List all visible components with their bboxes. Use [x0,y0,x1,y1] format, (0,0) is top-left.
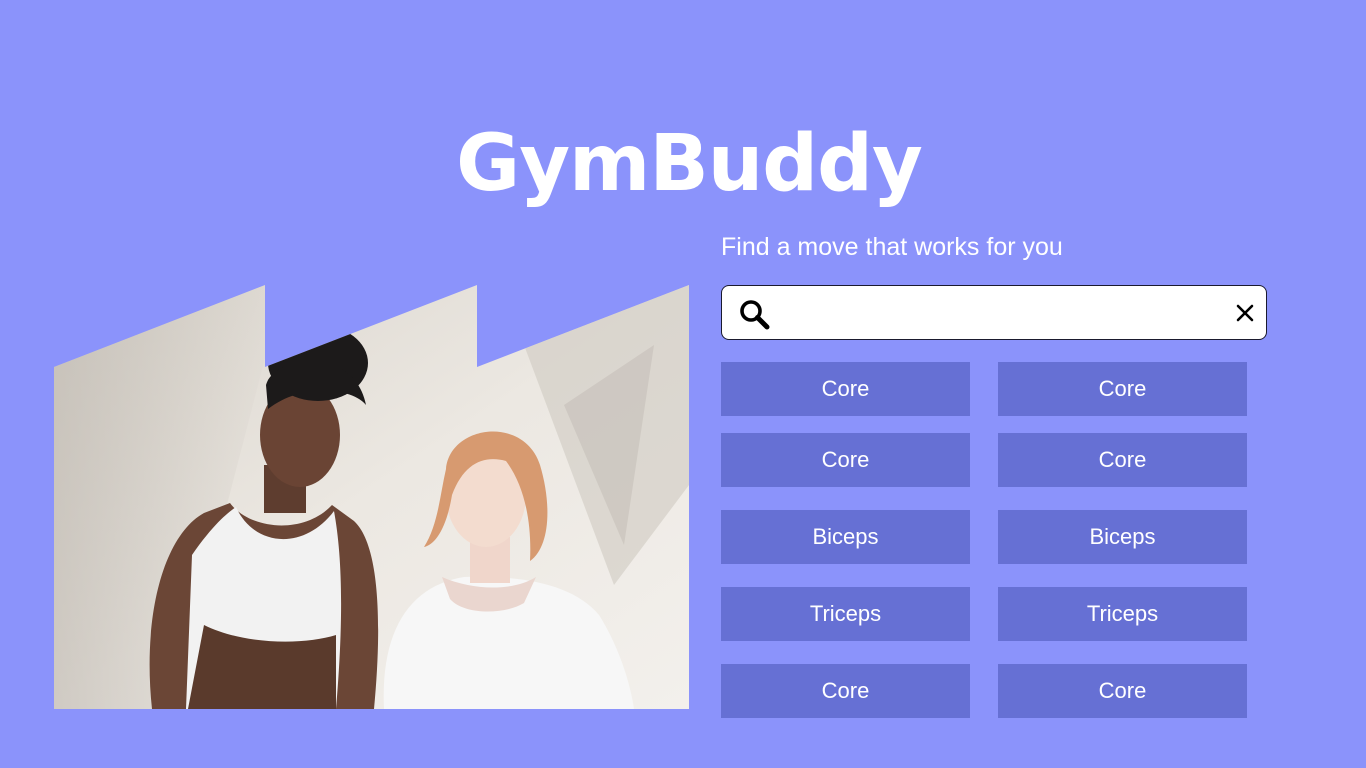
app-title: GymBuddy [456,119,923,209]
category-button-triceps[interactable]: Triceps [998,587,1247,641]
close-icon[interactable] [1234,302,1256,324]
category-button-core[interactable]: Core [998,433,1247,487]
category-button-triceps[interactable]: Triceps [721,587,970,641]
page: GymBuddy Find a move that works for you … [0,0,1366,768]
search-tagline: Find a move that works for you [721,233,1063,261]
category-button-biceps[interactable]: Biceps [721,510,970,564]
category-button-core[interactable]: Core [998,664,1247,718]
category-button-core[interactable]: Core [721,664,970,718]
search-bar[interactable] [721,285,1267,340]
category-button-biceps[interactable]: Biceps [998,510,1247,564]
category-button-core[interactable]: Core [721,362,970,416]
hero-image [54,285,689,709]
category-button-core[interactable]: Core [998,362,1247,416]
category-button-core[interactable]: Core [721,433,970,487]
search-icon[interactable] [738,298,770,330]
search-input[interactable] [782,294,1222,332]
